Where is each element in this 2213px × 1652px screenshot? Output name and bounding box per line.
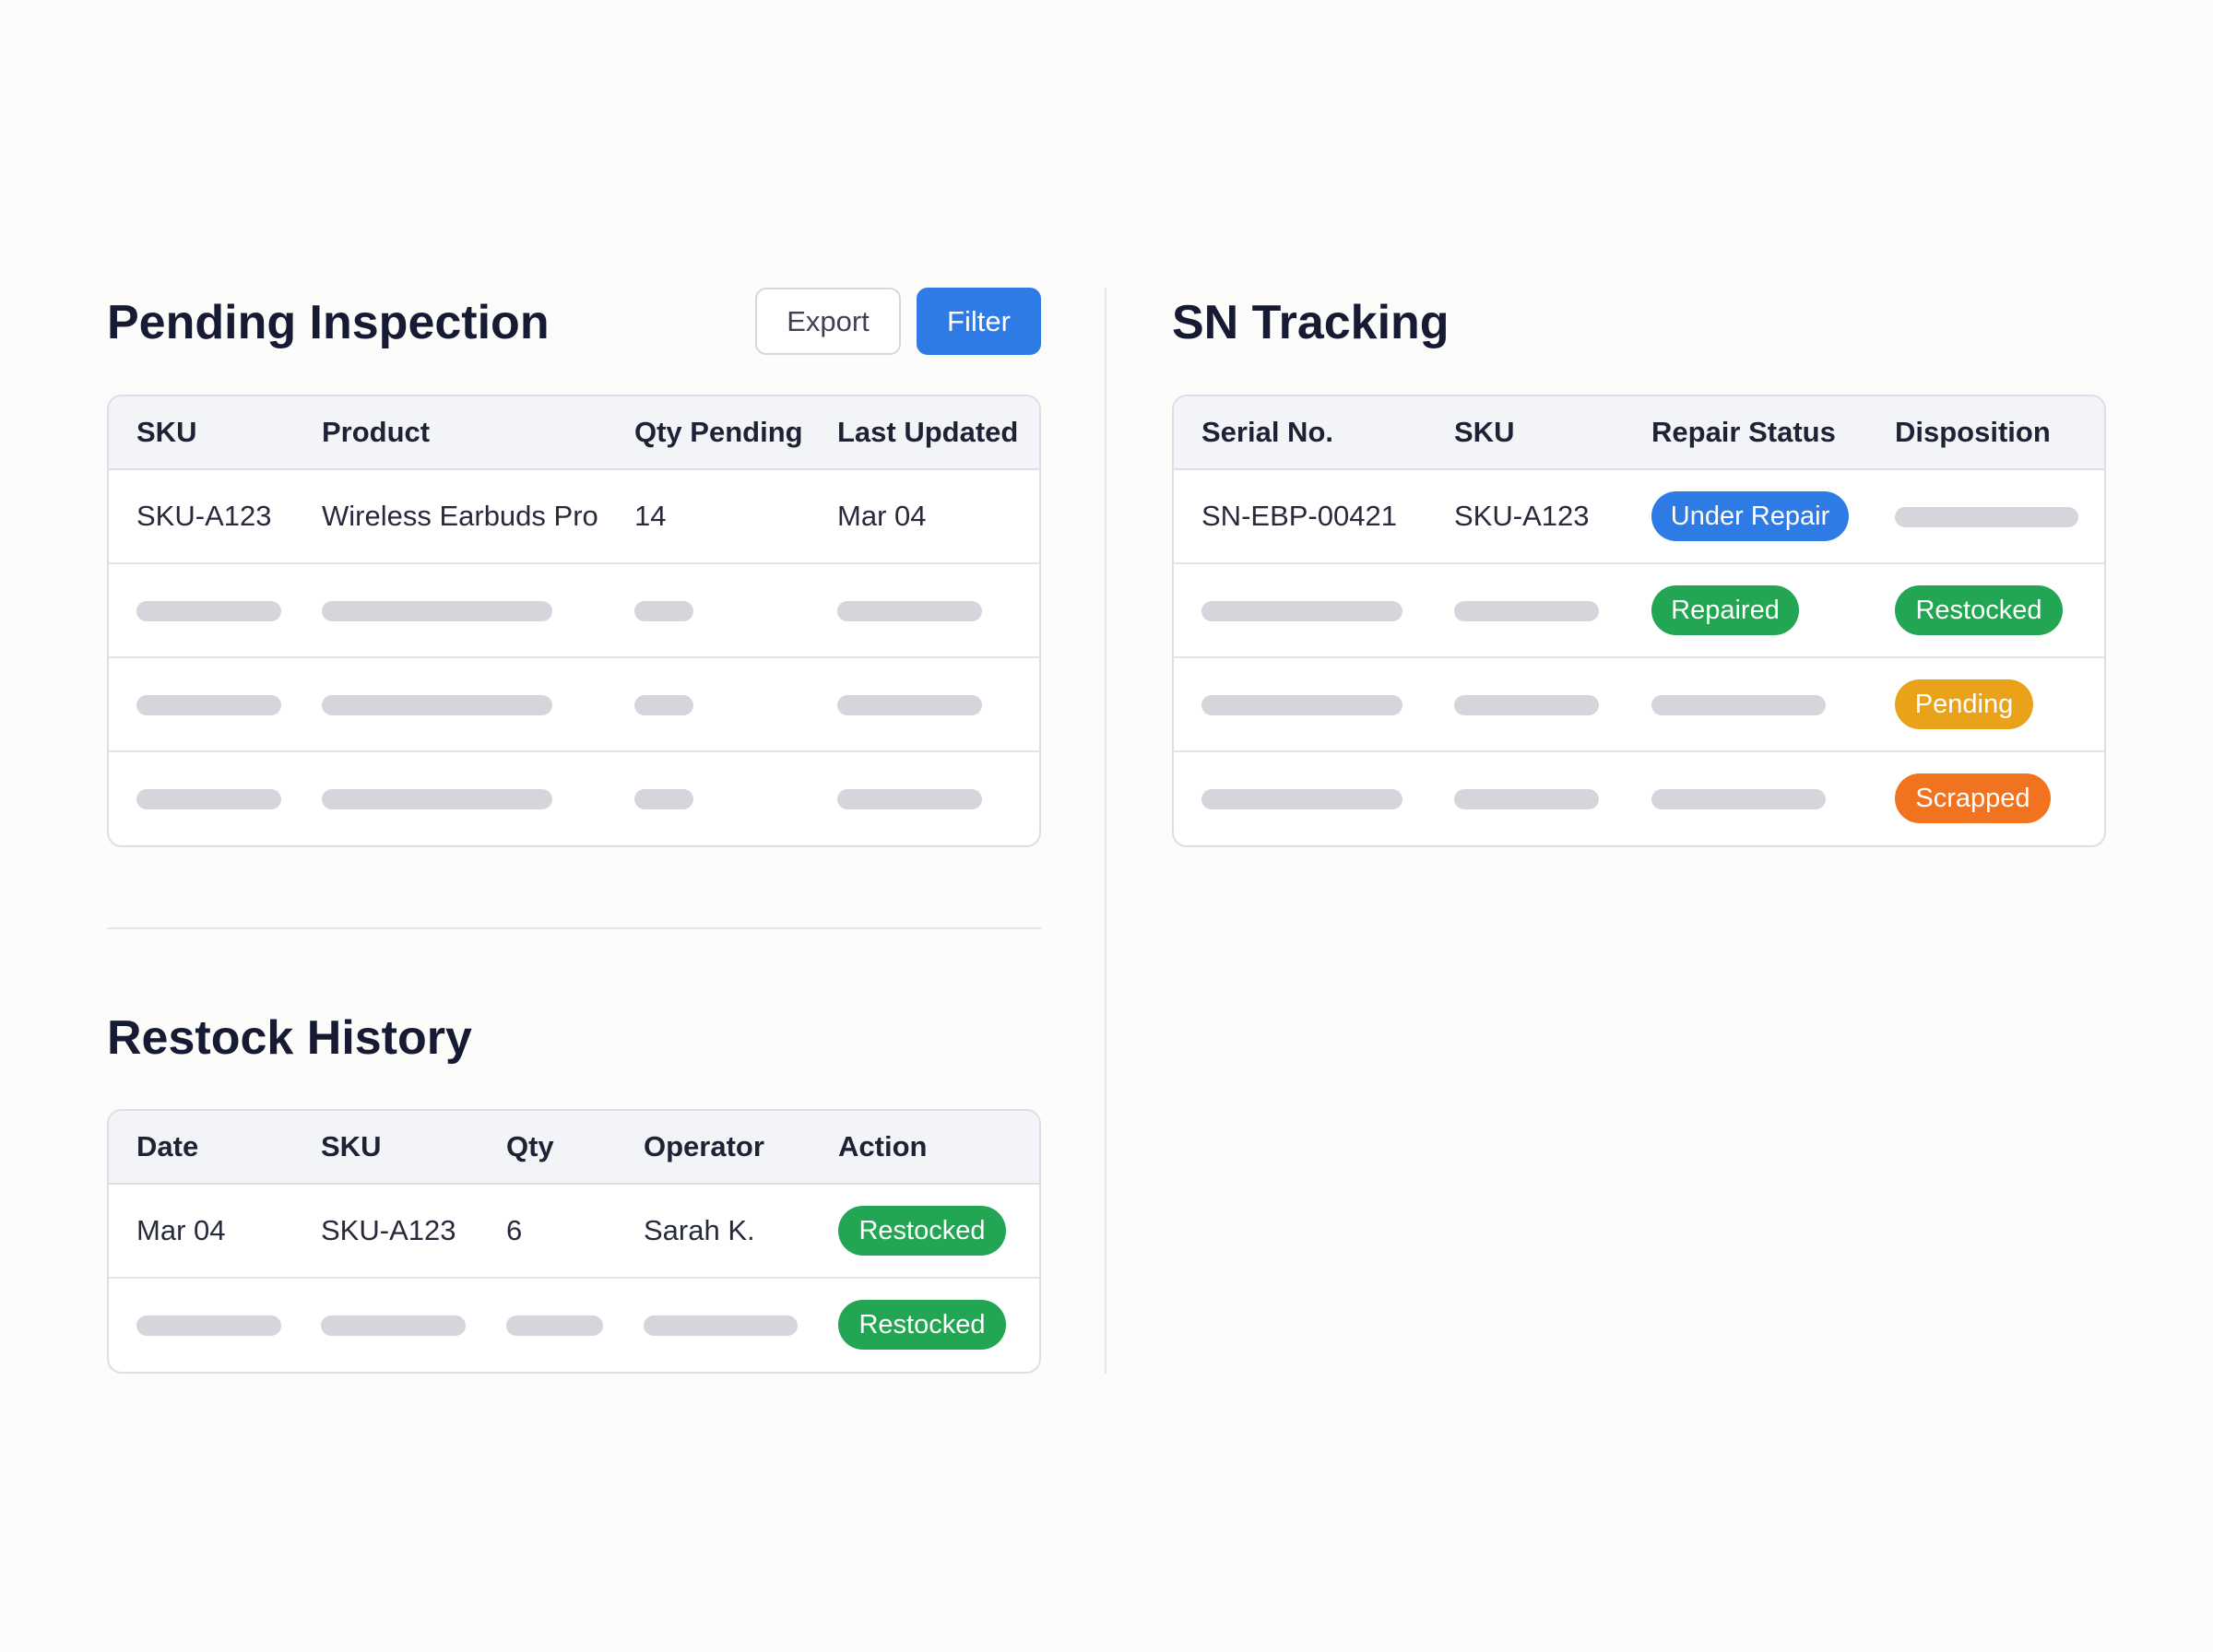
column-header-serial-no[interactable]: Serial No.: [1201, 396, 1333, 468]
scrapped-badge: Scrapped: [1895, 773, 2051, 823]
table-row[interactable]: Mar 04 SKU-A123 6 Sarah K. Restocked: [109, 1185, 1039, 1279]
skeleton-bar: [1454, 695, 1599, 715]
table-header: SKU Product Qty Pending Last Updated: [109, 396, 1039, 470]
column-divider: [1105, 288, 1106, 1374]
skeleton-bar: [1201, 695, 1402, 715]
column-header-qty-pending[interactable]: Qty Pending: [634, 396, 803, 468]
under-repair-badge: Under Repair: [1651, 491, 1849, 541]
cell-last-updated: Mar 04: [837, 500, 927, 532]
skeleton-bar: [1201, 601, 1402, 621]
skeleton-bar: [1895, 507, 2078, 527]
column-header-sku[interactable]: SKU: [136, 396, 196, 468]
skeleton-bar: [1201, 789, 1402, 809]
filter-button[interactable]: Filter: [917, 288, 1041, 355]
column-header-sku[interactable]: SKU: [321, 1111, 381, 1183]
skeleton-bar: [1651, 695, 1826, 715]
cell-qty: 6: [506, 1214, 523, 1246]
table-row[interactable]: SN-EBP-00421 SKU-A123 Under Repair: [1174, 470, 2104, 564]
column-header-repair-status[interactable]: Repair Status: [1651, 396, 1836, 468]
sn-tracking-table: Serial No. SKU Repair Status Disposition…: [1172, 395, 2106, 847]
cell-sku: SKU-A123: [321, 1214, 456, 1246]
skeleton-bar: [136, 601, 281, 621]
repaired-badge: Repaired: [1651, 585, 1799, 635]
skeleton-bar: [322, 601, 552, 621]
dashboard-canvas: Pending Inspection Export Filter SKU Pro…: [0, 0, 2213, 1652]
column-header-date[interactable]: Date: [136, 1111, 198, 1183]
skeleton-bar: [1454, 601, 1599, 621]
column-header-qty[interactable]: Qty: [506, 1111, 554, 1183]
skeleton-bar: [322, 695, 552, 715]
skeleton-bar: [1651, 789, 1826, 809]
column-header-action[interactable]: Action: [838, 1111, 927, 1183]
restocked-badge: Restocked: [838, 1300, 1006, 1350]
skeleton-bar: [1454, 789, 1599, 809]
skeleton-bar: [837, 695, 982, 715]
column-header-sku[interactable]: SKU: [1454, 396, 1514, 468]
restock-history-title: Restock History: [107, 1011, 472, 1065]
pending-inspection-table: SKU Product Qty Pending Last Updated SKU…: [107, 395, 1041, 847]
restocked-badge: Restocked: [1895, 585, 2063, 635]
skeleton-bar: [634, 695, 693, 715]
table-header: Date SKU Qty Operator Action: [109, 1111, 1039, 1185]
table-row[interactable]: SKU-A123 Wireless Earbuds Pro 14 Mar 04: [109, 470, 1039, 564]
export-button[interactable]: Export: [755, 288, 901, 355]
cell-qty-pending: 14: [634, 500, 667, 532]
skeleton-bar: [644, 1316, 798, 1336]
column-header-product[interactable]: Product: [322, 396, 430, 468]
table-header: Serial No. SKU Repair Status Disposition: [1174, 396, 2104, 470]
restocked-badge: Restocked: [838, 1206, 1006, 1256]
pending-inspection-title: Pending Inspection: [107, 296, 550, 349]
skeleton-bar: [506, 1316, 603, 1336]
skeleton-bar: [136, 789, 281, 809]
skeleton-bar: [634, 601, 693, 621]
skeleton-row: [109, 564, 1039, 658]
skeleton-bar: [837, 601, 982, 621]
column-header-operator[interactable]: Operator: [644, 1111, 764, 1183]
skeleton-bar: [322, 789, 552, 809]
skeleton-bar: [136, 695, 281, 715]
column-header-last-updated[interactable]: Last Updated: [837, 396, 1018, 468]
skeleton-bar: [634, 789, 693, 809]
restock-history-table: Date SKU Qty Operator Action Mar 04 SKU-…: [107, 1109, 1041, 1374]
section-divider: [107, 927, 1041, 929]
cell-operator: Sarah K.: [644, 1214, 755, 1246]
cell-date: Mar 04: [136, 1214, 226, 1246]
sn-tracking-title: SN Tracking: [1172, 296, 1450, 349]
cell-serial-no: SN-EBP-00421: [1201, 500, 1397, 532]
skeleton-bar: [136, 1316, 281, 1336]
skeleton-bar: [321, 1316, 466, 1336]
skeleton-bar: [837, 789, 982, 809]
table-row[interactable]: Pending: [1174, 658, 2104, 752]
table-row[interactable]: Repaired Restocked: [1174, 564, 2104, 658]
cell-sku: SKU-A123: [136, 500, 272, 532]
cell-product: Wireless Earbuds Pro: [322, 500, 598, 532]
table-row[interactable]: Restocked: [109, 1279, 1039, 1372]
table-row[interactable]: Scrapped: [1174, 752, 2104, 845]
cell-sku: SKU-A123: [1454, 500, 1590, 532]
column-header-disposition[interactable]: Disposition: [1895, 396, 2051, 468]
pending-badge: Pending: [1895, 679, 2033, 729]
skeleton-row: [109, 658, 1039, 752]
skeleton-row: [109, 752, 1039, 845]
